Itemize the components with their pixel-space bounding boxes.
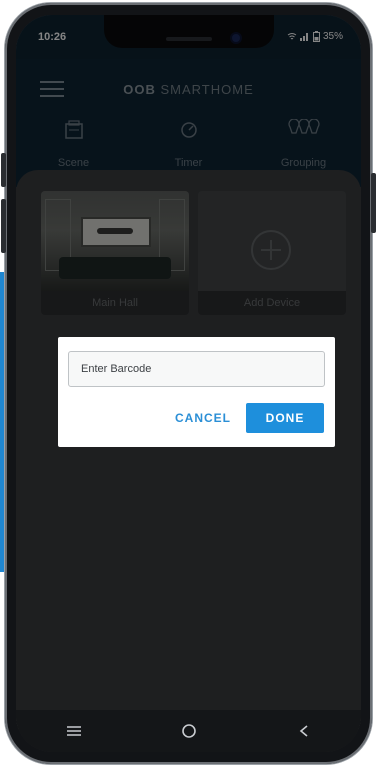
barcode-dialog: CANCEL DONE <box>58 337 335 447</box>
cancel-button[interactable]: CANCEL <box>168 403 238 433</box>
phone-screen: 10:26 35% OOB SMARTHOME Scene Timer Grou… <box>16 15 361 752</box>
volume-button-2 <box>1 199 6 253</box>
home-icon <box>181 724 196 738</box>
volume-button <box>1 153 6 187</box>
back-icon <box>299 725 308 737</box>
nav-home-button[interactable] <box>169 716 209 746</box>
recent-apps-icon <box>66 726 81 736</box>
barcode-input[interactable] <box>68 351 325 387</box>
done-button[interactable]: DONE <box>246 403 324 433</box>
nav-back-button[interactable] <box>284 716 324 746</box>
power-button <box>371 173 376 233</box>
nav-menu-button[interactable] <box>54 716 94 746</box>
system-nav-bar <box>16 710 361 752</box>
phone-frame: 10:26 35% OOB SMARTHOME Scene Timer Grou… <box>1 3 376 764</box>
